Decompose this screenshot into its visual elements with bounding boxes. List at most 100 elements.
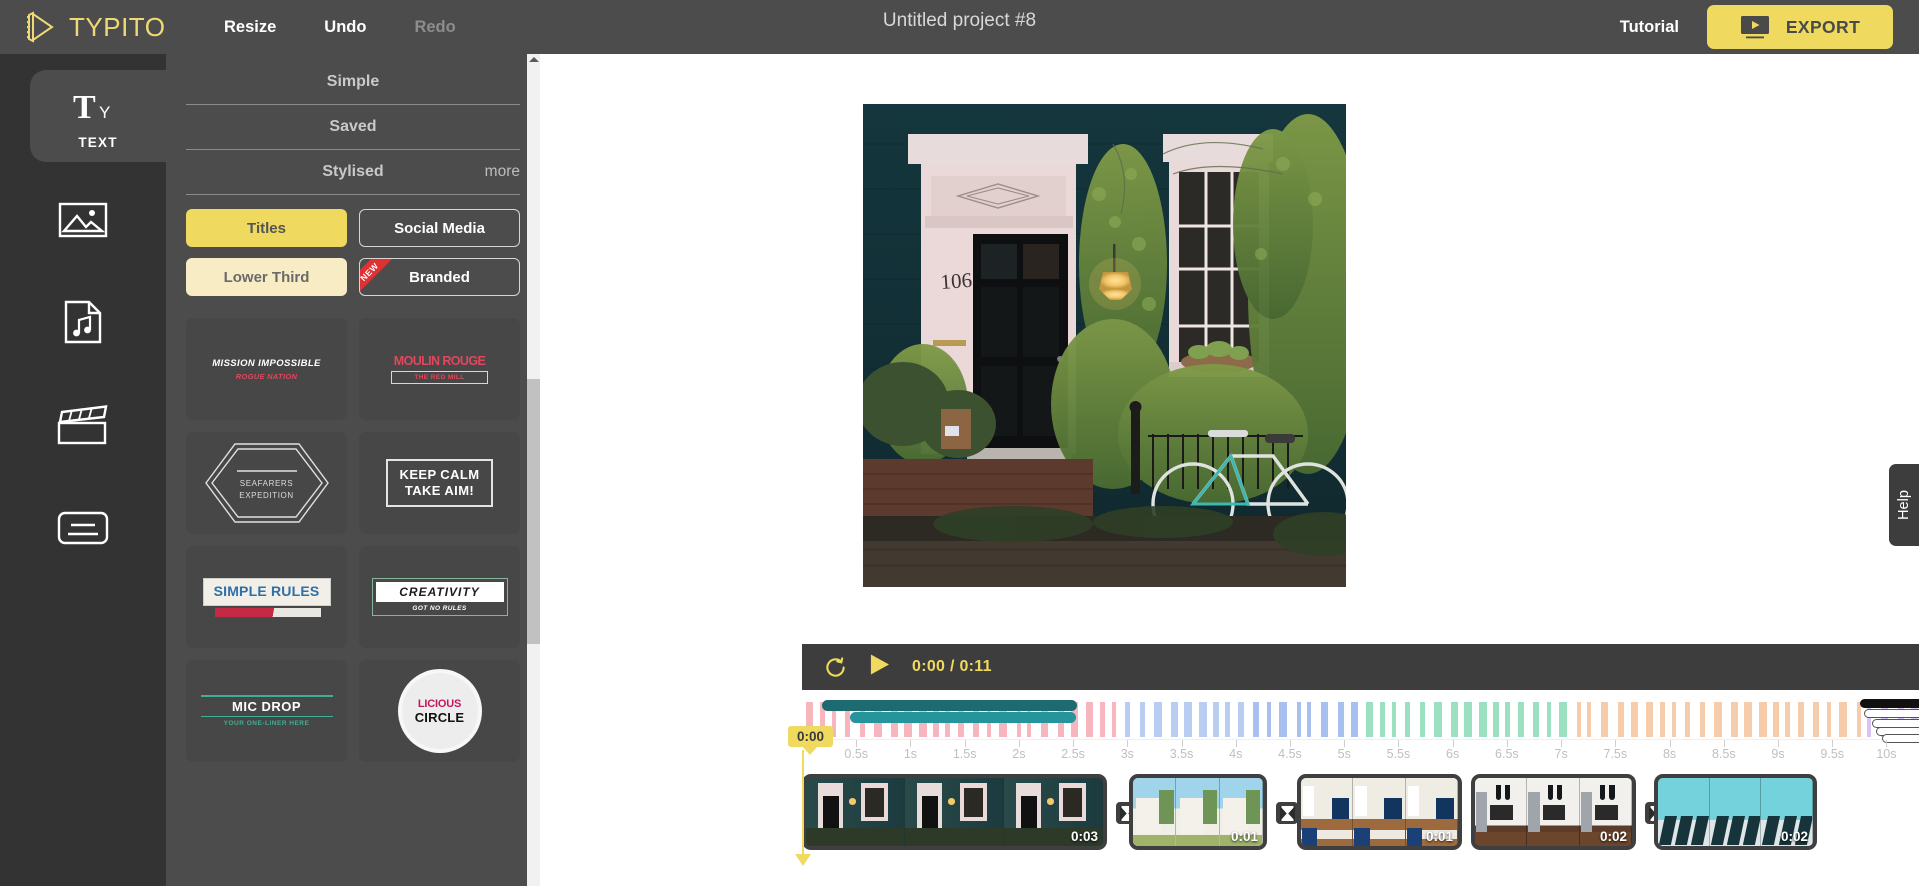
template-line1: CREATIVITY	[375, 582, 504, 602]
waveform-bar	[1493, 702, 1499, 737]
clip-track[interactable]: 0:03 0:01 0:01 0:02 0:02	[802, 770, 1919, 860]
top-toolbar: TYPITO Resize Undo Redo Untitled project…	[0, 0, 1919, 54]
category-saved[interactable]: Saved	[186, 105, 520, 150]
top-right-actions: Tutorial EXPORT	[1620, 0, 1893, 54]
waveform-bar	[1184, 702, 1192, 737]
waveform-bar	[1351, 702, 1358, 737]
video-preview[interactable]: 106	[863, 104, 1346, 587]
text-layer-bar[interactable]	[1864, 709, 1919, 718]
svg-text:T: T	[73, 91, 96, 125]
timeline-clip[interactable]: 0:01	[1297, 774, 1462, 850]
chip-lower-third[interactable]: Lower Third	[186, 258, 347, 296]
template-line1: SIMPLE RULES	[213, 582, 320, 599]
waveform-bar	[1307, 702, 1311, 737]
help-tab[interactable]: Help	[1889, 464, 1919, 546]
clip-duration: 0:01	[1230, 829, 1258, 844]
chip-titles-label: Titles	[247, 219, 286, 237]
replay-icon[interactable]	[824, 656, 847, 679]
panel-scrollbar[interactable]	[527, 54, 540, 886]
waveform-bar	[1267, 702, 1271, 737]
help-label: Help	[1895, 490, 1912, 520]
ruler-tick	[1778, 740, 1779, 747]
text-layer-bar[interactable]	[1860, 699, 1919, 708]
waveform-bar	[1338, 702, 1344, 737]
waveform-bar	[1125, 702, 1130, 737]
chip-branded[interactable]: NEW Branded	[359, 258, 520, 296]
template-card-keep-calm[interactable]: KEEP CALM TAKE AIM!	[359, 432, 520, 534]
ruler-label: 7.5s	[1603, 747, 1628, 761]
audio-waveform[interactable]	[802, 698, 1919, 743]
waveform-bar	[1785, 702, 1790, 737]
timeline-clip[interactable]: 0:03	[802, 774, 1107, 850]
waveform-bar	[1759, 702, 1767, 737]
video-export-icon	[1740, 15, 1770, 39]
sidebar-item-audio[interactable]	[30, 276, 136, 368]
waveform-bar	[1297, 702, 1301, 737]
sidebar-item-subtitles[interactable]	[30, 482, 136, 574]
waveform-bar	[1380, 702, 1385, 737]
ruler-tick	[856, 740, 858, 747]
timeline-ruler-area[interactable]: 0.5s 1s 1.5s 2s 2.5s 3s 3.5s 4s 4.5s 5s 5.5s 6s 6.5s…	[802, 698, 1919, 768]
template-card-simple-rules[interactable]: SIMPLE RULES	[186, 546, 347, 648]
ruler-label: 6s	[1446, 747, 1460, 761]
chip-social-media[interactable]: Social Media	[359, 209, 520, 247]
sidebar-item-image[interactable]	[30, 174, 136, 266]
template-line2: THE RED MILL	[391, 371, 488, 384]
template-card-moulin-rouge[interactable]: MOULIN ROUGE THE RED MILL	[359, 318, 520, 420]
category-stylised[interactable]: Stylised more	[186, 150, 520, 195]
waveform-bar	[1366, 702, 1373, 737]
waveform-bar	[1672, 702, 1676, 737]
category-simple[interactable]: Simple	[186, 60, 520, 105]
playhead[interactable]	[802, 750, 804, 858]
redo-button[interactable]: Redo	[414, 18, 455, 37]
undo-button[interactable]: Undo	[324, 18, 366, 37]
export-button[interactable]: EXPORT	[1707, 5, 1893, 49]
category-simple-label: Simple	[326, 73, 380, 90]
chip-titles[interactable]: Titles	[186, 209, 347, 247]
sidebar-item-text[interactable]: T Y TEXT	[30, 70, 166, 162]
waveform-bar	[1518, 702, 1524, 737]
template-card-creativity[interactable]: CREATIVITY GOT NO RULES	[359, 546, 520, 648]
clip-duration: 0:03	[1070, 829, 1098, 844]
template-line2: EXPEDITION	[239, 491, 294, 500]
timeline-clip[interactable]: 0:02	[1471, 774, 1636, 850]
timeline-clip[interactable]: 0:01	[1129, 774, 1267, 850]
template-filter-chips: Titles Social Media Lower Third NEW Bran…	[186, 209, 520, 296]
new-badge: NEW	[360, 259, 396, 295]
text-layer-bar[interactable]	[822, 700, 1077, 711]
scroll-up-arrow-icon[interactable]	[528, 57, 539, 62]
template-card-mic-drop[interactable]: MIC DROP YOUR ONE-LINER HERE	[186, 660, 347, 762]
transition-icon[interactable]	[1276, 802, 1298, 824]
template-line1: MOULIN ROUGE	[393, 354, 486, 368]
template-card-mission-impossible[interactable]: MISSION IMPOSSIBLE ROGUE NATION	[186, 318, 347, 420]
ruler-tick	[1235, 740, 1237, 747]
brand-logo[interactable]: TYPITO	[26, 11, 194, 43]
play-icon[interactable]	[869, 653, 890, 681]
waveform-bar	[1773, 702, 1779, 737]
category-more-link[interactable]: more	[485, 163, 520, 181]
ruler-tick	[1886, 740, 1888, 747]
playhead-arrow-icon	[795, 854, 811, 866]
tutorial-button[interactable]: Tutorial	[1620, 18, 1679, 37]
waveform-bar	[1140, 702, 1145, 737]
template-card-seafarers[interactable]: SEAFARERS EXPEDITION	[186, 432, 347, 534]
audio-file-icon	[64, 297, 102, 347]
ruler-label: 7s	[1554, 747, 1568, 761]
player-controls: 0:00 / 0:11	[802, 644, 1919, 690]
ruler-tick	[1615, 740, 1617, 747]
ruler-tick	[1018, 740, 1020, 747]
scrollbar-thumb[interactable]	[527, 379, 540, 644]
timeline-clip[interactable]: 0:02	[1654, 774, 1817, 850]
template-card-licious-circle[interactable]: LICIOUS CIRCLE	[359, 660, 520, 762]
resize-button[interactable]: Resize	[224, 18, 276, 37]
current-time: 0:00	[912, 658, 946, 675]
time-ruler[interactable]: 0.5s 1s 1.5s 2s 2.5s 3s 3.5s 4s 4.5s 5s 5.5s 6s 6.5s…	[802, 740, 1919, 766]
ruler-tick	[1561, 740, 1563, 747]
ruler-label: 9s	[1771, 747, 1785, 761]
ruler-label: 8.5s	[1711, 747, 1736, 761]
typito-video-editor: TYPITO Resize Undo Redo Untitled project…	[0, 0, 1919, 886]
ruler-tick	[1073, 740, 1075, 747]
text-layer-bar[interactable]	[850, 712, 1076, 723]
sidebar-item-video[interactable]	[30, 379, 136, 471]
playback-time: 0:00 / 0:11	[912, 658, 992, 676]
